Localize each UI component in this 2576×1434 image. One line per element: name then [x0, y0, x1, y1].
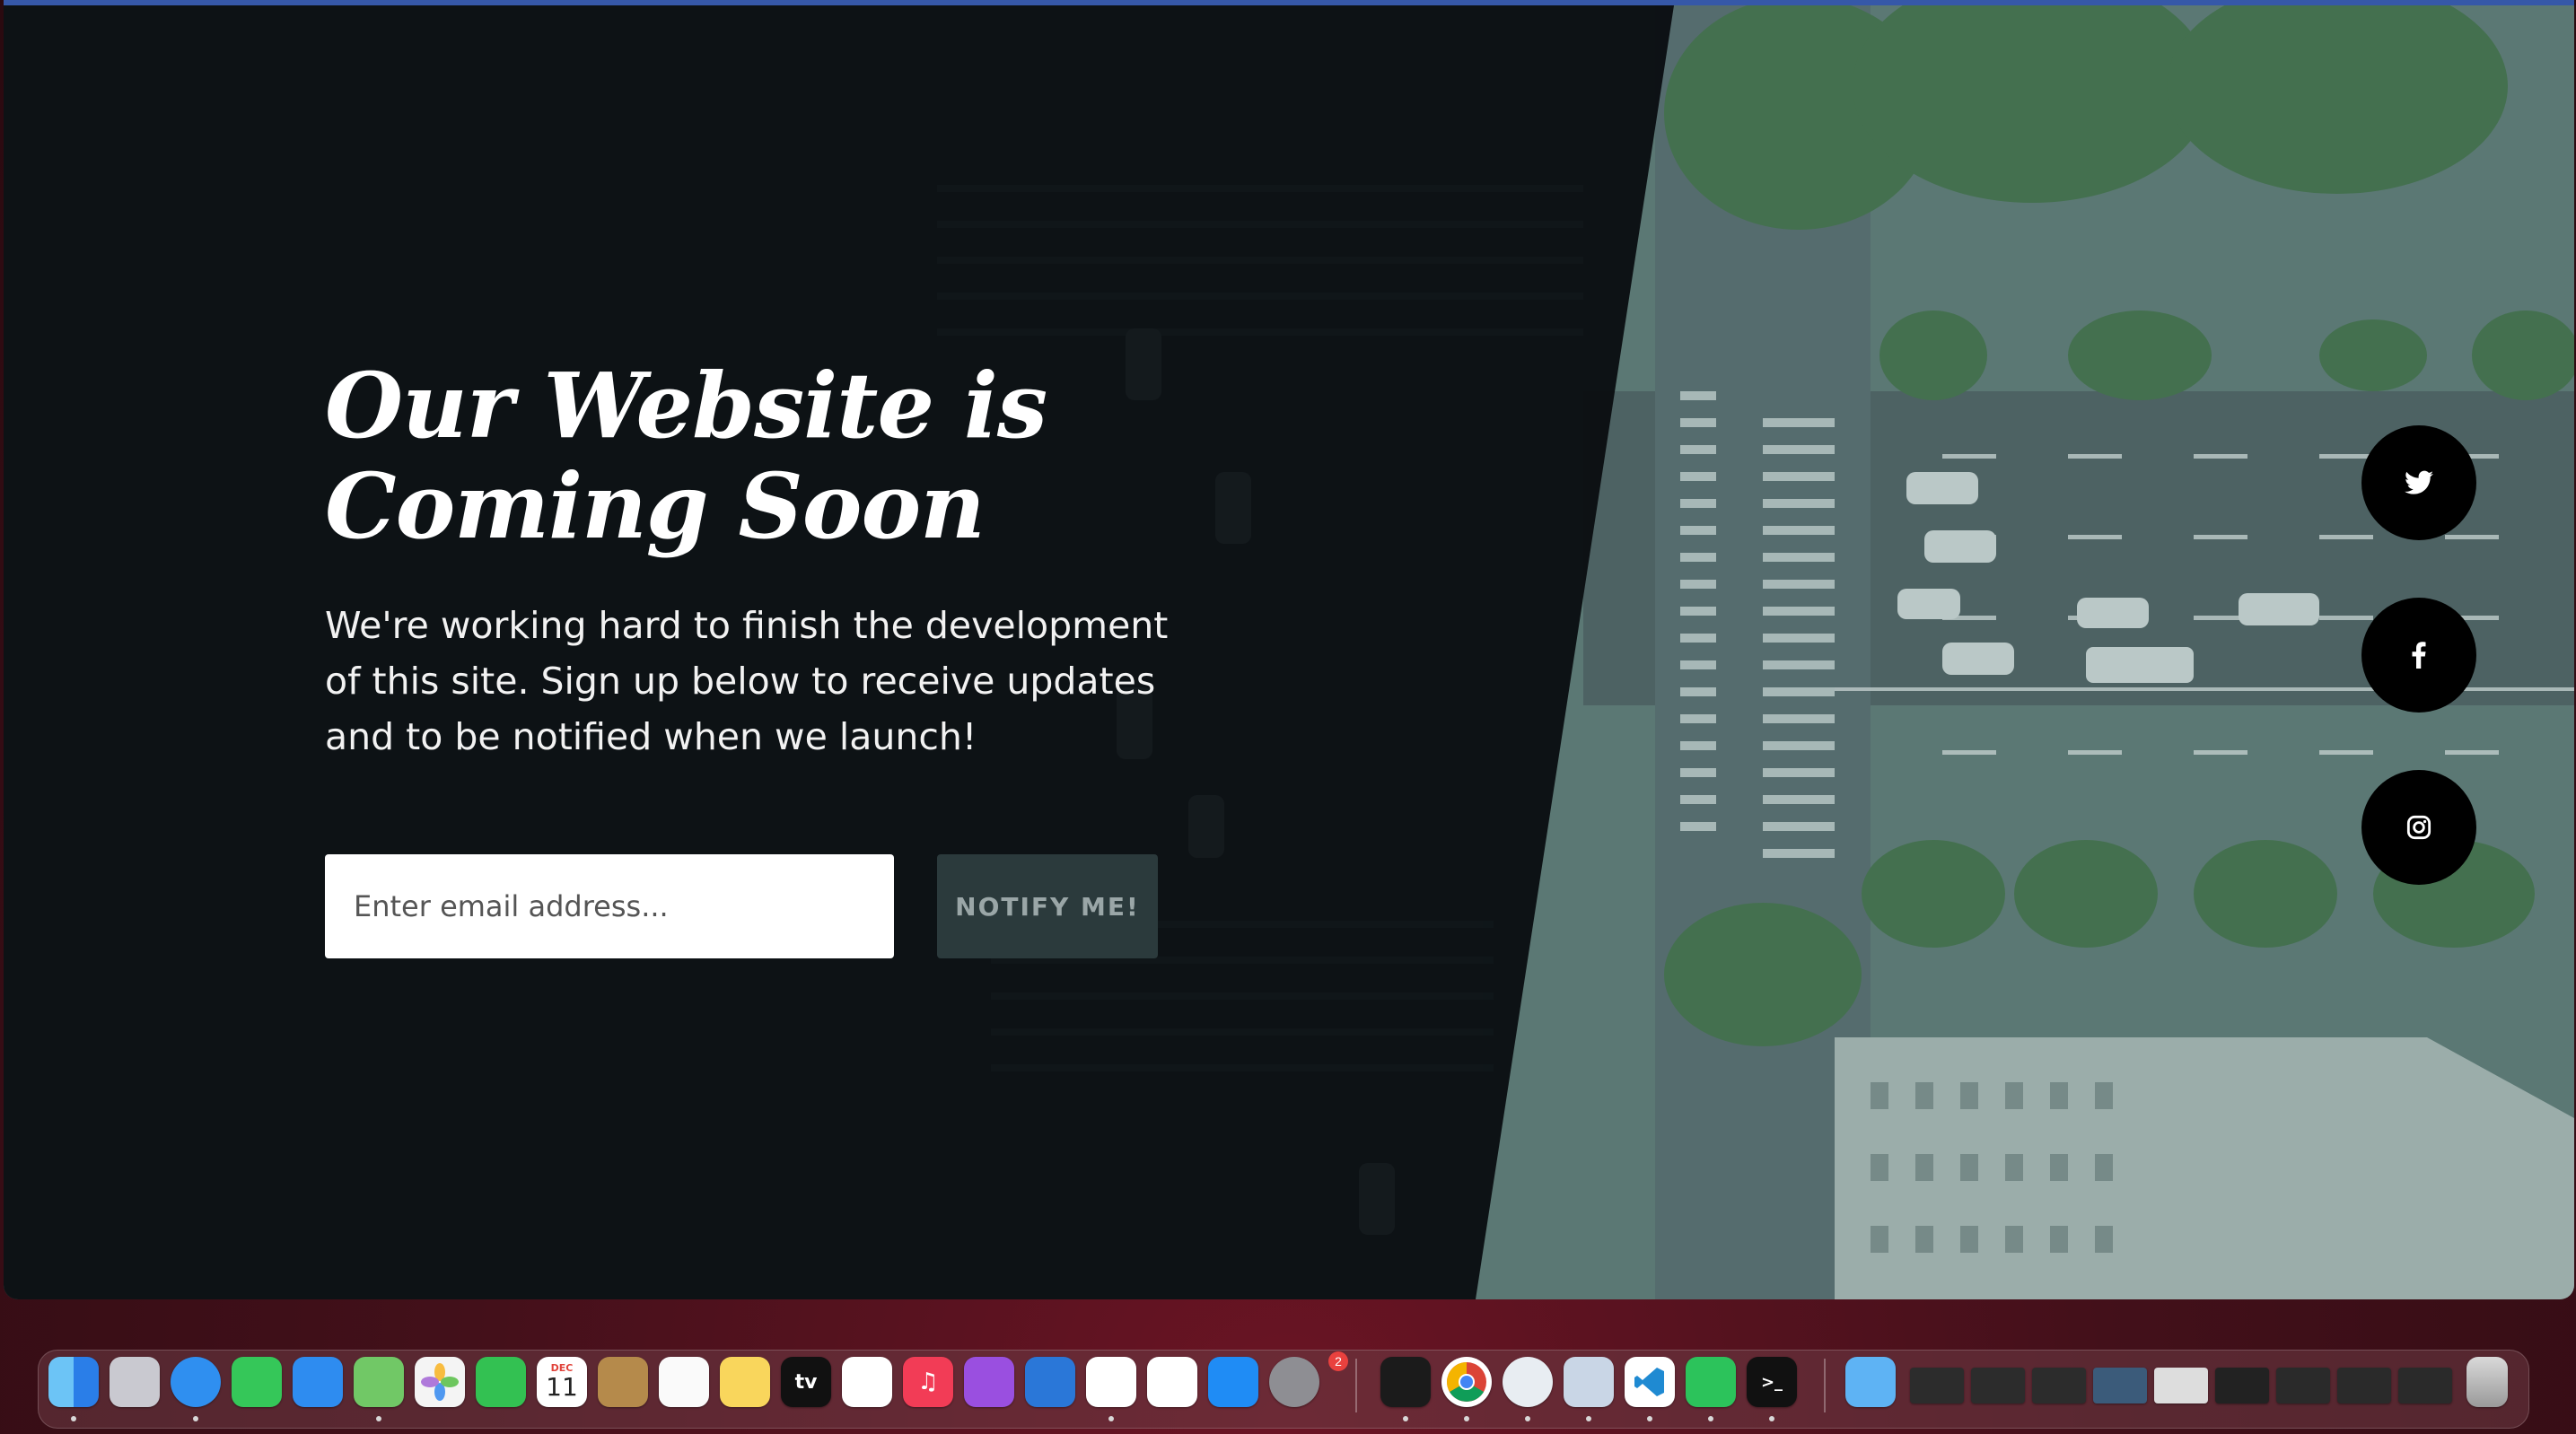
running-indicator	[376, 1416, 381, 1421]
vscode-icon[interactable]	[1625, 1357, 1675, 1407]
running-indicator	[193, 1416, 198, 1421]
page-title: Our Website is Coming Soon	[325, 355, 1222, 556]
minimized-window[interactable]	[2032, 1368, 2086, 1403]
running-indicator	[1403, 1416, 1408, 1421]
twitter-button[interactable]	[2361, 425, 2476, 540]
photos-icon[interactable]	[415, 1357, 465, 1407]
downloads-folder-icon[interactable]	[1845, 1357, 1896, 1407]
minimized-window[interactable]	[1910, 1368, 1964, 1403]
running-indicator	[1586, 1416, 1591, 1421]
minimized-window[interactable]	[2215, 1368, 2269, 1403]
calendar-icon[interactable]: DEC 11	[537, 1357, 587, 1407]
messages-icon[interactable]	[232, 1357, 282, 1407]
minimized-window[interactable]	[2398, 1368, 2452, 1403]
reminders-icon[interactable]	[659, 1357, 709, 1407]
running-indicator	[1525, 1416, 1530, 1421]
headline-line-2: Coming Soon	[325, 453, 986, 559]
minimized-window[interactable]	[2093, 1368, 2147, 1403]
system-settings-icon[interactable]	[1269, 1357, 1319, 1407]
notification-badge: 2	[1328, 1351, 1348, 1371]
appstore-icon[interactable]	[1208, 1357, 1258, 1407]
appletv-icon[interactable]: tv	[781, 1357, 831, 1407]
slack-icon[interactable]	[1086, 1357, 1136, 1407]
browser-window: Our Website is Coming Soon We're working…	[4, 0, 2574, 1299]
minimized-window[interactable]	[2276, 1368, 2330, 1403]
instagram-button[interactable]	[2361, 770, 2476, 885]
launchpad-icon[interactable]	[110, 1357, 160, 1407]
activity-monitor-icon[interactable]	[1380, 1357, 1431, 1407]
podcasts-icon[interactable]	[964, 1357, 1014, 1407]
freeform-icon[interactable]	[842, 1357, 892, 1407]
whatsapp-icon[interactable]	[1686, 1357, 1736, 1407]
email-input[interactable]	[325, 854, 894, 958]
keynote-icon[interactable]	[1025, 1357, 1075, 1407]
notify-button[interactable]: NOTIFY ME!	[937, 854, 1158, 958]
dock-separator	[1824, 1359, 1826, 1412]
facebook-icon	[2412, 642, 2426, 669]
hero-content: Our Website is Coming Soon We're working…	[325, 355, 1222, 958]
terminal-icon[interactable]: >_	[1747, 1357, 1797, 1407]
chrome-icon[interactable]	[1441, 1357, 1492, 1407]
minimized-window[interactable]	[1971, 1368, 2025, 1403]
finder-icon[interactable]	[48, 1357, 99, 1407]
running-indicator	[1108, 1416, 1114, 1421]
proxyman-icon[interactable]	[1503, 1357, 1553, 1407]
facebook-button[interactable]	[2361, 598, 2476, 713]
maps-icon[interactable]	[354, 1357, 404, 1407]
running-indicator	[1769, 1416, 1774, 1421]
running-indicator	[71, 1416, 76, 1421]
contacts-icon[interactable]	[598, 1357, 648, 1407]
calendar-day: 11	[546, 1372, 578, 1402]
preview-icon[interactable]	[1564, 1357, 1614, 1407]
music-icon[interactable]: ♫	[903, 1357, 953, 1407]
running-indicator	[1464, 1416, 1469, 1421]
twitter-icon	[2405, 470, 2433, 494]
minimized-window[interactable]	[2337, 1368, 2391, 1403]
headline-line-1: Our Website is	[325, 353, 1047, 459]
dock-separator	[1355, 1359, 1357, 1412]
trash-icon[interactable]	[2466, 1357, 2508, 1407]
facetime-icon[interactable]	[476, 1357, 526, 1407]
running-indicator	[1647, 1416, 1652, 1421]
minimized-window[interactable]	[2154, 1368, 2208, 1403]
running-indicator	[1708, 1416, 1713, 1421]
notes-icon[interactable]	[720, 1357, 770, 1407]
instagram-icon	[2406, 815, 2431, 840]
signup-form: NOTIFY ME!	[325, 854, 1158, 958]
numbers-icon[interactable]	[1147, 1357, 1197, 1407]
hero-description: We're working hard to finish the develop…	[325, 604, 1169, 758]
safari-icon[interactable]	[171, 1357, 221, 1407]
mail-icon[interactable]	[293, 1357, 343, 1407]
appletv-label: tv	[794, 1370, 818, 1394]
